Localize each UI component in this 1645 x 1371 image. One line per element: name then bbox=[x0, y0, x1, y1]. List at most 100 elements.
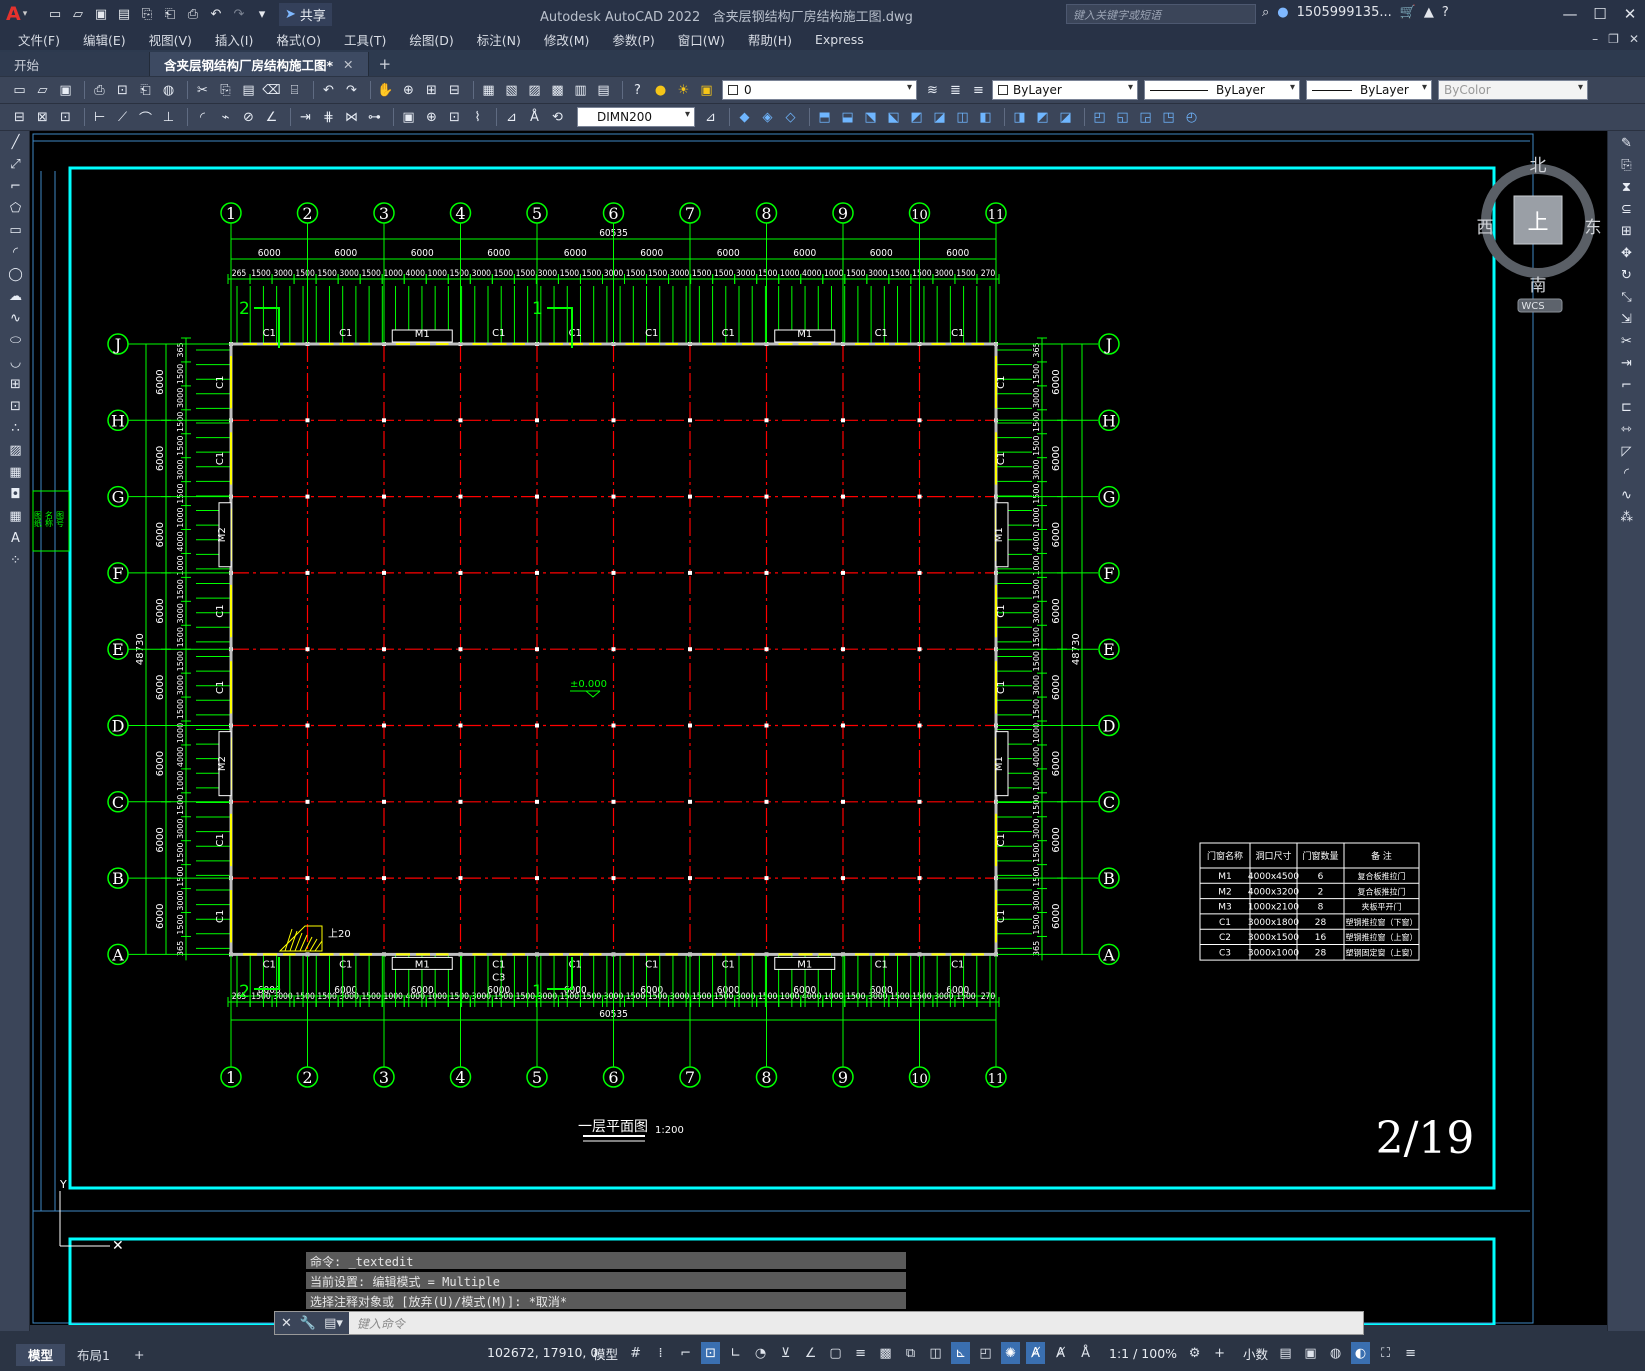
compass-west[interactable]: 西 bbox=[1477, 218, 1494, 238]
qat-more-icon[interactable]: ▾ bbox=[252, 5, 272, 23]
infer-constraints-icon[interactable]: ⌐ bbox=[676, 1342, 695, 1364]
lineweight-icon[interactable]: ≡ bbox=[851, 1342, 870, 1364]
fillet-icon[interactable]: ◰ bbox=[1090, 108, 1109, 127]
share-button[interactable]: ➤ 共享 bbox=[279, 2, 332, 26]
pan-icon[interactable]: ✋ bbox=[376, 81, 395, 100]
explode-icon[interactable]: ◲ bbox=[1136, 108, 1155, 127]
menu-help[interactable]: 帮助(H) bbox=[748, 30, 792, 49]
snap-icon[interactable]: ⁞ bbox=[651, 1342, 670, 1364]
menu-file[interactable]: 文件(F) bbox=[18, 30, 60, 49]
insert-block-icon[interactable]: ⊞ bbox=[6, 375, 25, 394]
polygon-icon[interactable]: ⬠ bbox=[6, 199, 25, 218]
dim-text-edit-icon[interactable]: Å bbox=[525, 108, 544, 127]
transparency-icon[interactable]: ▩ bbox=[876, 1342, 895, 1364]
block-editor-icon[interactable]: ⌸ bbox=[285, 81, 304, 100]
join-icon[interactable]: ◩ bbox=[1033, 108, 1052, 127]
plotstyle-select[interactable]: ByColor ▾ bbox=[1438, 80, 1588, 100]
save-icon[interactable]: ▣ bbox=[91, 5, 111, 23]
close-icon[interactable]: ✕ bbox=[1615, 0, 1645, 28]
center-mark-icon[interactable]: ⊕ bbox=[422, 108, 441, 127]
open-file-icon[interactable]: ▱ bbox=[33, 81, 52, 100]
close-command-icon[interactable]: ✕ bbox=[281, 1316, 292, 1331]
region-icon[interactable]: ◘ bbox=[6, 485, 25, 504]
tab-drawing[interactable]: 含夹层钢结构厂房结构施工图* ✕ bbox=[150, 52, 369, 76]
3d-osnap-icon[interactable]: ◫ bbox=[926, 1342, 945, 1364]
dim-diameter-icon[interactable]: ⊘ bbox=[239, 108, 258, 127]
ellipse-icon[interactable]: ⬭ bbox=[6, 331, 25, 350]
dim-update-icon[interactable]: ⟲ bbox=[548, 108, 567, 127]
circle-icon[interactable]: ◯ bbox=[6, 265, 25, 284]
user-icon[interactable]: ● bbox=[1277, 5, 1288, 20]
edit-polyline-icon[interactable]: ◳ bbox=[1159, 108, 1178, 127]
dim-tool-icon[interactable]: ⊡ bbox=[56, 108, 75, 127]
annotation-scale-icon[interactable]: Å bbox=[1076, 1342, 1095, 1364]
help-tool-icon[interactable]: ? bbox=[628, 81, 647, 100]
compass-east[interactable]: 东 bbox=[1585, 218, 1602, 238]
dim-edit-icon[interactable]: ⊿ bbox=[502, 108, 521, 127]
tab-start[interactable]: 开始 bbox=[0, 52, 150, 76]
dimstyle-select[interactable]: DIMN200 ▾ bbox=[577, 107, 695, 127]
dim-space-icon[interactable]: ⊶ bbox=[365, 108, 384, 127]
make-block-icon[interactable]: ⊡ bbox=[6, 397, 25, 416]
linetype-select[interactable]: ByLayer ▾ bbox=[1144, 80, 1300, 100]
print-icon[interactable]: ⎙ bbox=[90, 81, 109, 100]
new-tab-icon[interactable]: + bbox=[369, 52, 402, 76]
isodraft-icon[interactable]: ⊻ bbox=[776, 1342, 795, 1364]
autocad-logo-icon[interactable]: A ▾ bbox=[6, 3, 42, 25]
menu-modify[interactable]: 修改(M) bbox=[544, 30, 590, 49]
cut-icon[interactable]: ✂ bbox=[193, 81, 212, 100]
zoom-window-icon[interactable]: ⊞ bbox=[422, 81, 441, 100]
add-layout-icon[interactable]: + bbox=[122, 1344, 156, 1366]
doc-minimize-icon[interactable]: – bbox=[1592, 32, 1598, 46]
edit-spline-icon[interactable]: ◴ bbox=[1182, 108, 1201, 127]
compass-north[interactable]: 北 bbox=[1530, 156, 1547, 176]
menu-parametric[interactable]: 参数(P) bbox=[612, 30, 654, 49]
stretch-icon[interactable]: ◪ bbox=[930, 108, 949, 127]
polar-icon[interactable]: ◔ bbox=[751, 1342, 770, 1364]
customize-icon[interactable]: 🔧 bbox=[300, 1316, 316, 1331]
save-web-icon[interactable]: ⎗ bbox=[160, 5, 180, 23]
jog-line-icon[interactable]: ⌇ bbox=[468, 108, 487, 127]
menu-draw[interactable]: 绘图(D) bbox=[409, 30, 453, 49]
spline-icon[interactable]: ∿ bbox=[6, 309, 25, 328]
drawing-canvas[interactable]: 图纸 名称 图号 Y ✕ 60535 60535 6000 6000 6000 6000 6000 6… bbox=[30, 131, 1621, 1325]
menu-express[interactable]: Express bbox=[815, 32, 864, 47]
zoom-realtime-icon[interactable]: ⊕ bbox=[399, 81, 418, 100]
object-snap-tracking-icon[interactable]: ∠ bbox=[801, 1342, 820, 1364]
layer-previous-icon[interactable]: ≋ bbox=[923, 81, 942, 100]
layer-freeze-icon[interactable]: ☀ bbox=[674, 81, 693, 100]
open-icon[interactable]: ▱ bbox=[68, 5, 88, 23]
search-icon[interactable]: ⌕ bbox=[1262, 5, 1269, 20]
redo-icon[interactable]: ↷ bbox=[229, 5, 249, 23]
hatch-icon[interactable]: ▨ bbox=[6, 441, 25, 460]
arc-icon[interactable]: ◜ bbox=[6, 243, 25, 262]
trim-icon[interactable]: ◫ bbox=[953, 108, 972, 127]
dim-ordinate-icon[interactable]: ⊥ bbox=[159, 108, 178, 127]
quick-properties-icon[interactable]: ▤ bbox=[1276, 1342, 1295, 1364]
ortho-icon[interactable]: ∟ bbox=[726, 1342, 745, 1364]
layer-select[interactable]: 0 ▾ bbox=[722, 80, 917, 100]
model-space-label[interactable]: 模型 bbox=[593, 1344, 618, 1363]
mtext-icon[interactable]: A bbox=[6, 529, 25, 548]
grid-icon[interactable]: # bbox=[626, 1342, 645, 1364]
undo-icon[interactable]: ↶ bbox=[206, 5, 226, 23]
a360-icon[interactable]: ▲ bbox=[1424, 5, 1434, 20]
copy-icon[interactable]: ⎘ bbox=[216, 81, 235, 100]
compass-south[interactable]: 南 bbox=[1530, 276, 1547, 296]
qnew-icon[interactable]: ▭ bbox=[10, 81, 29, 100]
blend-icon[interactable]: ◱ bbox=[1113, 108, 1132, 127]
cart-icon[interactable]: 🛒 bbox=[1400, 5, 1416, 20]
xline-icon[interactable]: ⤢ bbox=[6, 155, 25, 174]
tolerance-icon[interactable]: ▣ bbox=[399, 108, 418, 127]
polyline-icon[interactable]: ⌐ bbox=[6, 177, 25, 196]
quick-dim-icon[interactable]: ⇥ bbox=[296, 108, 315, 127]
isolate-objects-icon[interactable]: ◍ bbox=[1326, 1342, 1345, 1364]
menu-view[interactable]: 视图(V) bbox=[149, 30, 192, 49]
tab-close-icon[interactable]: ✕ bbox=[343, 57, 353, 72]
new-icon[interactable]: ▭ bbox=[45, 5, 65, 23]
array-icon[interactable]: ⬓ bbox=[838, 108, 857, 127]
break-icon[interactable]: ◨ bbox=[1010, 108, 1029, 127]
ellipse-arc-icon[interactable]: ◡ bbox=[6, 353, 25, 372]
layout-tab-model[interactable]: 模型 bbox=[16, 1343, 66, 1366]
dynamic-input-icon[interactable]: ⊡ bbox=[701, 1342, 721, 1364]
